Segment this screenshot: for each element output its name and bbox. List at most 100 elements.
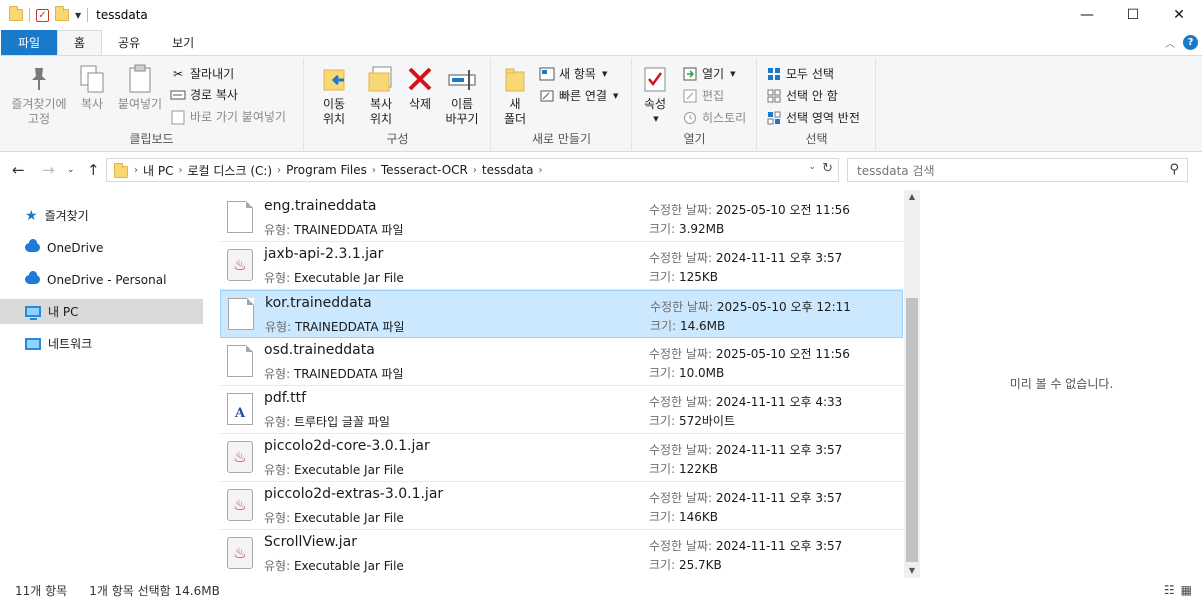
file-size: 크기: 25.7KB	[649, 558, 722, 572]
ribbon: 즐겨찾기에 고정 복사 붙여넣기 ✂ 잘라내기 경로 복사 바로 가기 붙여넣기…	[0, 55, 1202, 152]
pin-quick-access-button[interactable]: 즐겨찾기에 고정	[7, 64, 71, 127]
list-item[interactable]: osd.traineddata 유형: TRAINEDDATA 파일 수정한 날…	[220, 338, 903, 386]
breadcrumb-tessdata[interactable]: tessdata	[482, 163, 534, 177]
select-group-label: 선택	[805, 132, 828, 146]
properties-check-icon[interactable]: ✓	[36, 8, 49, 22]
vertical-scrollbar[interactable]: ▲ ▼	[904, 190, 920, 578]
tab-view[interactable]: 보기	[156, 30, 210, 55]
list-item[interactable]: ♨ piccolo2d-extras-3.0.1.jar 유형: Executa…	[220, 482, 903, 530]
easy-access-button[interactable]: 빠른 연결 ▼	[539, 87, 618, 104]
edit-label: 편집	[702, 89, 725, 103]
preview-message: 미리 볼 수 없습니다.	[1009, 377, 1114, 391]
new-group: 새 폴더 새 항목 ▼ 빠른 연결 ▼ 새로 만들기	[492, 58, 632, 150]
breadcrumb-program-files[interactable]: Program Files	[286, 163, 367, 177]
details-view-icon[interactable]: ☷	[1164, 583, 1175, 597]
pin-quick-access-label: 즐겨찾기에 고정	[11, 97, 67, 126]
customize-toolbar-dropdown-icon[interactable]: ▼	[75, 11, 81, 20]
list-item[interactable]: eng.traineddata 유형: TRAINEDDATA 파일 수정한 날…	[220, 194, 903, 242]
breadcrumb-separator[interactable]: ›	[178, 165, 182, 176]
copy-path-label: 경로 복사	[190, 88, 238, 102]
file-name: osd.traineddata	[264, 342, 375, 358]
list-item[interactable]: ♨ piccolo2d-core-3.0.1.jar 유형: Executabl…	[220, 434, 903, 482]
file-size: 크기: 146KB	[649, 510, 718, 524]
nav-item-onedrive[interactable]: OneDrive	[0, 235, 203, 260]
close-button[interactable]: ✕	[1156, 0, 1202, 30]
refresh-icon[interactable]: ↻	[822, 161, 833, 176]
large-icons-view-icon[interactable]: ▦	[1181, 583, 1192, 597]
address-bar[interactable]: › 내 PC › 로컬 디스크 (C:) › Program Files › T…	[106, 158, 839, 182]
minimize-button[interactable]: —	[1064, 0, 1110, 30]
tab-home[interactable]: 홈	[57, 30, 103, 55]
navigation-bar: ← → ⌄ ↑ › 내 PC › 로컬 디스크 (C:) › Program F…	[0, 154, 1202, 186]
scroll-up-icon[interactable]: ▲	[904, 190, 920, 204]
forward-arrow-icon[interactable]: →	[42, 161, 55, 179]
delete-button[interactable]: 삭제	[405, 64, 435, 112]
new-folder-icon[interactable]	[55, 6, 69, 21]
folder-icon	[114, 162, 128, 178]
up-arrow-icon[interactable]: ↑	[87, 161, 100, 179]
breadcrumb-this-pc[interactable]: 내 PC	[143, 162, 173, 179]
tab-share[interactable]: 공유	[102, 30, 156, 55]
breadcrumb-tesseract-ocr[interactable]: Tesseract-OCR	[381, 163, 468, 177]
help-icon[interactable]: ?	[1183, 35, 1198, 50]
nav-item-label: 네트워크	[48, 337, 93, 351]
file-modified: 수정한 날짜: 2024-11-11 오후 3:57	[649, 251, 843, 265]
search-box[interactable]: tessdata 검색 ⚲	[847, 158, 1188, 182]
edit-button[interactable]: 편집	[682, 87, 724, 104]
file-name: eng.traineddata	[264, 198, 377, 214]
star-icon: ★	[25, 207, 38, 224]
file-modified: 수정한 날짜: 2025-05-10 오후 12:11	[650, 300, 851, 314]
clipboard-group-label: 클립보드	[129, 132, 174, 146]
collapse-ribbon-icon[interactable]: ︿	[1165, 35, 1175, 50]
new-item-button[interactable]: 새 항목 ▼	[539, 65, 607, 82]
list-item[interactable]: ♨ jaxb-api-2.3.1.jar 유형: Executable Jar …	[220, 242, 903, 290]
breadcrumb-separator[interactable]: ›	[134, 165, 138, 176]
paste-button[interactable]: 붙여넣기	[114, 64, 166, 112]
search-icon[interactable]: ⚲	[1169, 162, 1179, 177]
nav-item-onedrive-personal[interactable]: OneDrive - Personal	[0, 267, 203, 292]
move-to-icon	[319, 64, 349, 94]
breadcrumb-separator[interactable]: ›	[473, 165, 477, 176]
file-name: pdf.ttf	[264, 390, 307, 406]
back-arrow-icon[interactable]: ←	[12, 161, 25, 179]
nav-item-quick-access[interactable]: ★ 즐겨찾기	[0, 203, 203, 228]
recent-locations-chevron-icon[interactable]: ⌄	[67, 165, 75, 175]
list-item[interactable]: A pdf.ttf 유형: 트루타입 글꼴 파일 수정한 날짜: 2024-11…	[220, 386, 903, 434]
easy-access-icon	[539, 88, 555, 104]
address-dropdown-icon[interactable]: ⌄	[808, 162, 816, 172]
cloud-icon	[25, 239, 40, 252]
invert-selection-button[interactable]: 선택 영역 반전	[766, 109, 860, 126]
copy-path-button[interactable]: 경로 복사	[170, 86, 238, 103]
history-button[interactable]: 히스토리	[682, 109, 746, 126]
breadcrumb-separator[interactable]: ›	[277, 165, 281, 176]
file-size: 크기: 10.0MB	[649, 366, 725, 380]
breadcrumb-separator[interactable]: ›	[539, 165, 543, 176]
scroll-down-icon[interactable]: ▼	[904, 564, 920, 578]
select-none-button[interactable]: 선택 안 함	[766, 87, 838, 104]
move-to-button[interactable]: 이동 위치	[312, 64, 356, 127]
rename-button[interactable]: 이름 바꾸기	[441, 64, 483, 127]
new-folder-button[interactable]: 새 폴더	[498, 64, 532, 127]
new-folder-icon	[500, 64, 530, 94]
select-all-button[interactable]: 모두 선택	[766, 65, 834, 82]
properties-button[interactable]: 속성 ▼	[639, 64, 671, 127]
nav-item-this-pc[interactable]: 내 PC	[0, 299, 203, 324]
file-size: 크기: 14.6MB	[650, 319, 726, 333]
tab-file[interactable]: 파일	[1, 30, 57, 55]
file-name: piccolo2d-core-3.0.1.jar	[264, 438, 430, 454]
scrollbar-thumb[interactable]	[906, 298, 918, 562]
cut-button[interactable]: ✂ 잘라내기	[170, 65, 234, 82]
file-modified: 수정한 날짜: 2025-05-10 오전 11:56	[649, 203, 850, 217]
list-item-selected[interactable]: kor.traineddata 유형: TRAINEDDATA 파일 수정한 날…	[220, 290, 903, 338]
list-item[interactable]: ♨ ScrollView.jar 유형: Executable Jar File…	[220, 530, 903, 574]
dropdown-arrow-icon: ▼	[601, 69, 608, 78]
breadcrumb-separator[interactable]: ›	[372, 165, 376, 176]
copy-to-button[interactable]: 복사 위치	[359, 64, 403, 127]
nav-item-network[interactable]: 네트워크	[0, 331, 203, 356]
window-title: tessdata	[96, 8, 148, 22]
copy-button[interactable]: 복사	[74, 64, 110, 112]
open-button[interactable]: 열기 ▼	[682, 65, 735, 82]
maximize-button[interactable]: ☐	[1110, 0, 1156, 30]
breadcrumb-local-disk[interactable]: 로컬 디스크 (C:)	[187, 162, 272, 179]
paste-shortcut-button[interactable]: 바로 가기 붙여넣기	[170, 108, 286, 125]
